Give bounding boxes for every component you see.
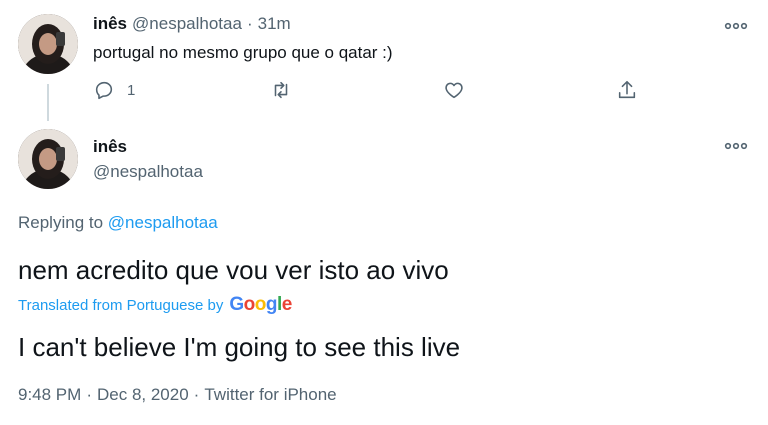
separator: · <box>246 14 253 33</box>
tweet-date[interactable]: Dec 8, 2020 <box>97 385 189 405</box>
thread-line <box>47 84 49 121</box>
reply-button[interactable]: 1 <box>93 79 135 101</box>
tweet-metadata: 9:48 PM · Dec 8, 2020 · Twitter for iPho… <box>18 385 337 405</box>
more-icon[interactable] <box>724 139 748 153</box>
share-button[interactable] <box>616 79 638 101</box>
separator: · <box>193 385 200 404</box>
handle[interactable]: @nespalhotaa <box>93 162 203 182</box>
replying-to-label: Replying to <box>18 213 104 232</box>
replying-to: Replying to @nespalhotaa <box>18 213 218 233</box>
like-button[interactable] <box>443 79 465 101</box>
tweet-text: nem acredito que vou ver isto ao vivo <box>18 255 449 285</box>
share-icon <box>618 80 636 99</box>
like-icon <box>445 82 463 99</box>
avatar[interactable] <box>18 14 78 74</box>
tweet-source[interactable]: Twitter for iPhone <box>204 385 336 405</box>
reply-count: 1 <box>127 81 136 99</box>
replying-to-handle[interactable]: @nespalhotaa <box>108 213 218 232</box>
separator: · <box>86 385 92 404</box>
display-name[interactable]: inês <box>93 137 127 157</box>
more-icon[interactable] <box>724 19 748 33</box>
translated-text: I can't believe I'm going to see this li… <box>18 332 461 362</box>
parent-tweet-header: inês @nespalhotaa · 31m <box>93 14 291 34</box>
retweet-button[interactable] <box>270 79 292 101</box>
translated-from-label[interactable]: Translated from Portuguese by <box>18 297 223 314</box>
parent-tweet-text: portugal no mesmo grupo que o qatar :) <box>93 43 393 62</box>
display-name[interactable]: inês <box>93 14 127 34</box>
handle[interactable]: @nespalhotaa <box>132 14 242 34</box>
reply-icon <box>95 81 113 100</box>
tweet-time[interactable]: 9:48 PM <box>18 385 81 405</box>
timestamp[interactable]: 31m <box>258 14 291 34</box>
avatar[interactable] <box>18 129 78 189</box>
translation-attribution: Translated from Portuguese by Google <box>18 294 292 316</box>
retweet-icon <box>274 81 288 99</box>
google-logo: Google <box>229 294 292 315</box>
